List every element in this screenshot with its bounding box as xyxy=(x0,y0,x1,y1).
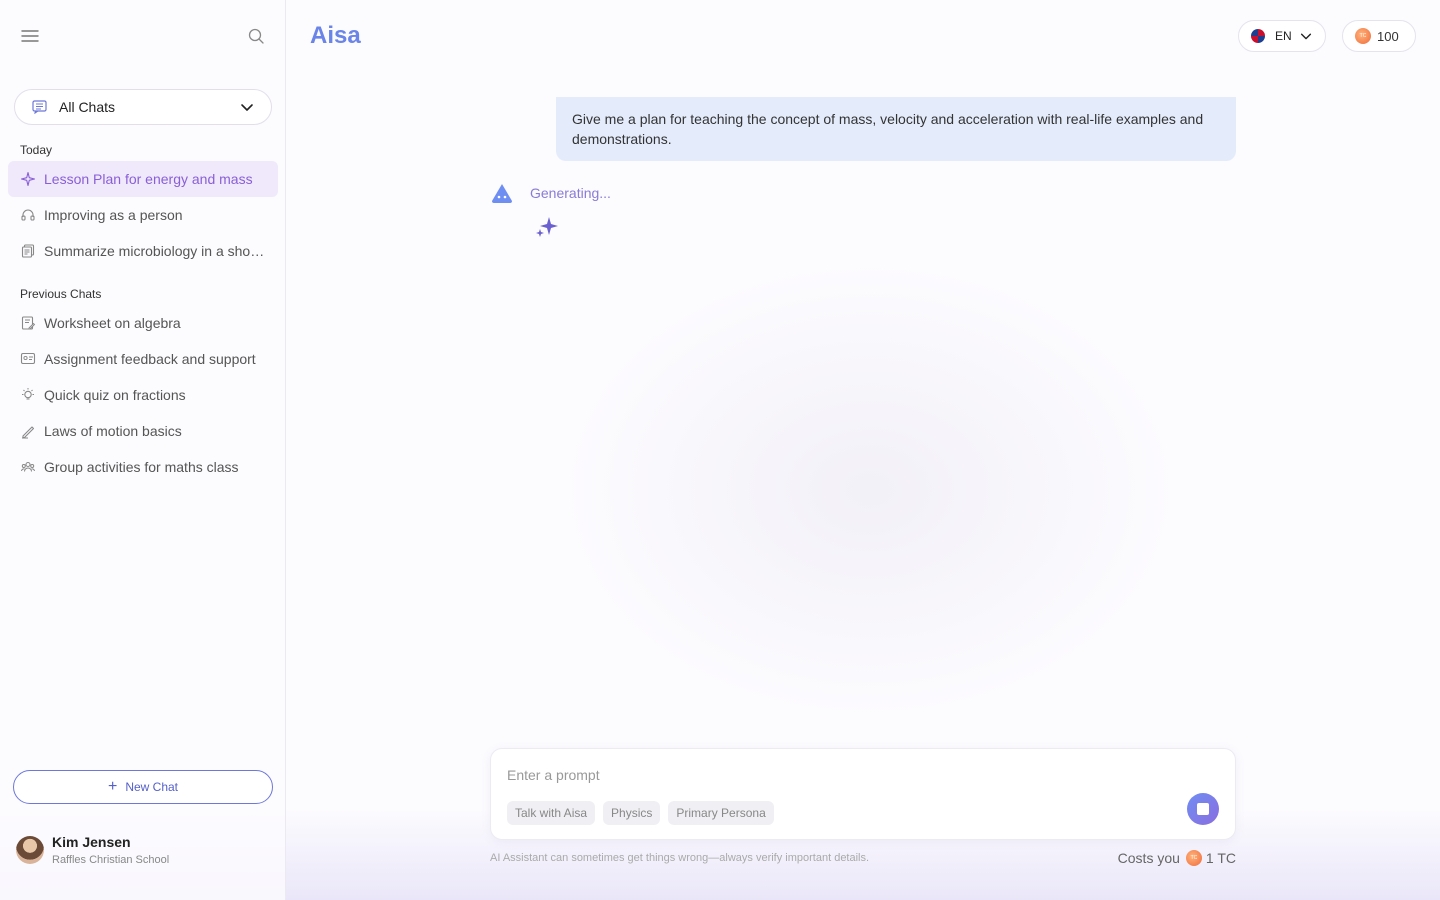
chat-item-label: Worksheet on algebra xyxy=(44,315,181,331)
pen-icon xyxy=(22,426,35,439)
prompt-input[interactable] xyxy=(507,765,1167,785)
avatar xyxy=(16,836,44,864)
chat-item-label: Group activities for maths class xyxy=(44,459,239,475)
chat-list-icon xyxy=(32,100,47,114)
feedback-icon xyxy=(20,352,36,365)
context-chips: Talk with Aisa Physics Primary Persona xyxy=(507,801,774,825)
stop-icon xyxy=(1197,803,1209,815)
chat-item-laws-of-motion[interactable]: Laws of motion basics xyxy=(8,413,278,449)
edit-document-icon xyxy=(21,316,36,330)
app-title: Aisa xyxy=(310,22,361,49)
chat-item-assignment-feedback[interactable]: Assignment feedback and support xyxy=(8,341,278,377)
stop-generation-button[interactable] xyxy=(1187,793,1219,825)
headset-icon xyxy=(21,209,35,221)
chat-item-algebra-worksheet[interactable]: Worksheet on algebra xyxy=(8,305,278,341)
assistant-logo-icon xyxy=(492,184,512,203)
chat-item-label: Laws of motion basics xyxy=(44,423,182,439)
cost-value: 1 TC xyxy=(1205,850,1236,866)
chip-primary-persona[interactable]: Primary Persona xyxy=(668,801,774,825)
chat-item-microbiology[interactable]: Summarize microbiology in a short... xyxy=(8,233,278,269)
chip-talk-with-aisa[interactable]: Talk with Aisa xyxy=(507,801,596,825)
cost-indicator: Costs you TC 1 TC xyxy=(1118,850,1236,866)
sparkle-icon xyxy=(20,171,36,187)
user-message-bubble: Give me a plan for teaching the concept … xyxy=(556,97,1236,161)
hamburger-menu-icon[interactable] xyxy=(20,26,40,46)
chat-item-label: Lesson Plan for energy and mass xyxy=(44,171,253,187)
chat-item-improving[interactable]: Improving as a person xyxy=(8,197,278,233)
plus-icon: + xyxy=(107,778,118,795)
credits-badge[interactable]: TC 100 xyxy=(1342,20,1416,52)
section-label-previous: Previous Chats xyxy=(20,287,102,301)
chat-item-label: Quick quiz on fractions xyxy=(44,387,186,403)
chevron-down-icon xyxy=(241,104,253,111)
search-icon[interactable] xyxy=(246,26,266,46)
lightbulb-icon xyxy=(22,388,34,400)
user-name: Kim Jensen xyxy=(52,834,131,850)
chat-item-label: Improving as a person xyxy=(44,207,183,223)
language-label: EN xyxy=(1275,29,1292,43)
chat-item-label: Assignment feedback and support xyxy=(44,351,256,367)
generating-status: Generating... xyxy=(530,185,611,201)
chat-item-fractions-quiz[interactable]: Quick quiz on fractions xyxy=(8,377,278,413)
chat-filter-dropdown[interactable]: All Chats xyxy=(14,89,272,125)
cost-label: Costs you xyxy=(1117,850,1180,866)
sidebar: All Chats Today Lesson Plan for energy a… xyxy=(0,0,286,900)
chat-item-lesson-plan[interactable]: Lesson Plan for energy and mass xyxy=(8,161,278,197)
coin-icon: TC xyxy=(1185,850,1202,866)
copy-icon xyxy=(21,244,35,258)
uk-flag-icon xyxy=(1251,29,1265,43)
section-label-today: Today xyxy=(20,143,53,157)
sidebar-toolbar xyxy=(20,26,266,46)
chat-item-group-activities[interactable]: Group activities for maths class xyxy=(8,449,278,485)
chevron-down-icon xyxy=(1300,33,1312,40)
group-icon xyxy=(21,462,35,472)
chip-physics[interactable]: Physics xyxy=(603,801,661,825)
new-chat-label: New Chat xyxy=(125,780,179,794)
chat-item-label: Summarize microbiology in a short... xyxy=(44,243,266,259)
disclaimer: AI Assistant can sometimes get things wr… xyxy=(490,852,870,864)
user-profile[interactable]: Kim Jensen Raffles Christian School xyxy=(16,834,276,870)
prompt-composer: Talk with Aisa Physics Primary Persona xyxy=(490,748,1236,840)
new-chat-button[interactable]: + New Chat xyxy=(13,770,273,804)
background-blob xyxy=(560,260,1180,720)
coin-icon: TC xyxy=(1355,28,1371,44)
sparkle-icon xyxy=(536,217,558,237)
language-selector[interactable]: EN xyxy=(1238,20,1326,52)
credits-value: 100 xyxy=(1377,28,1399,44)
user-school: Raffles Christian School xyxy=(52,854,170,866)
chat-filter-label: All Chats xyxy=(59,99,116,115)
